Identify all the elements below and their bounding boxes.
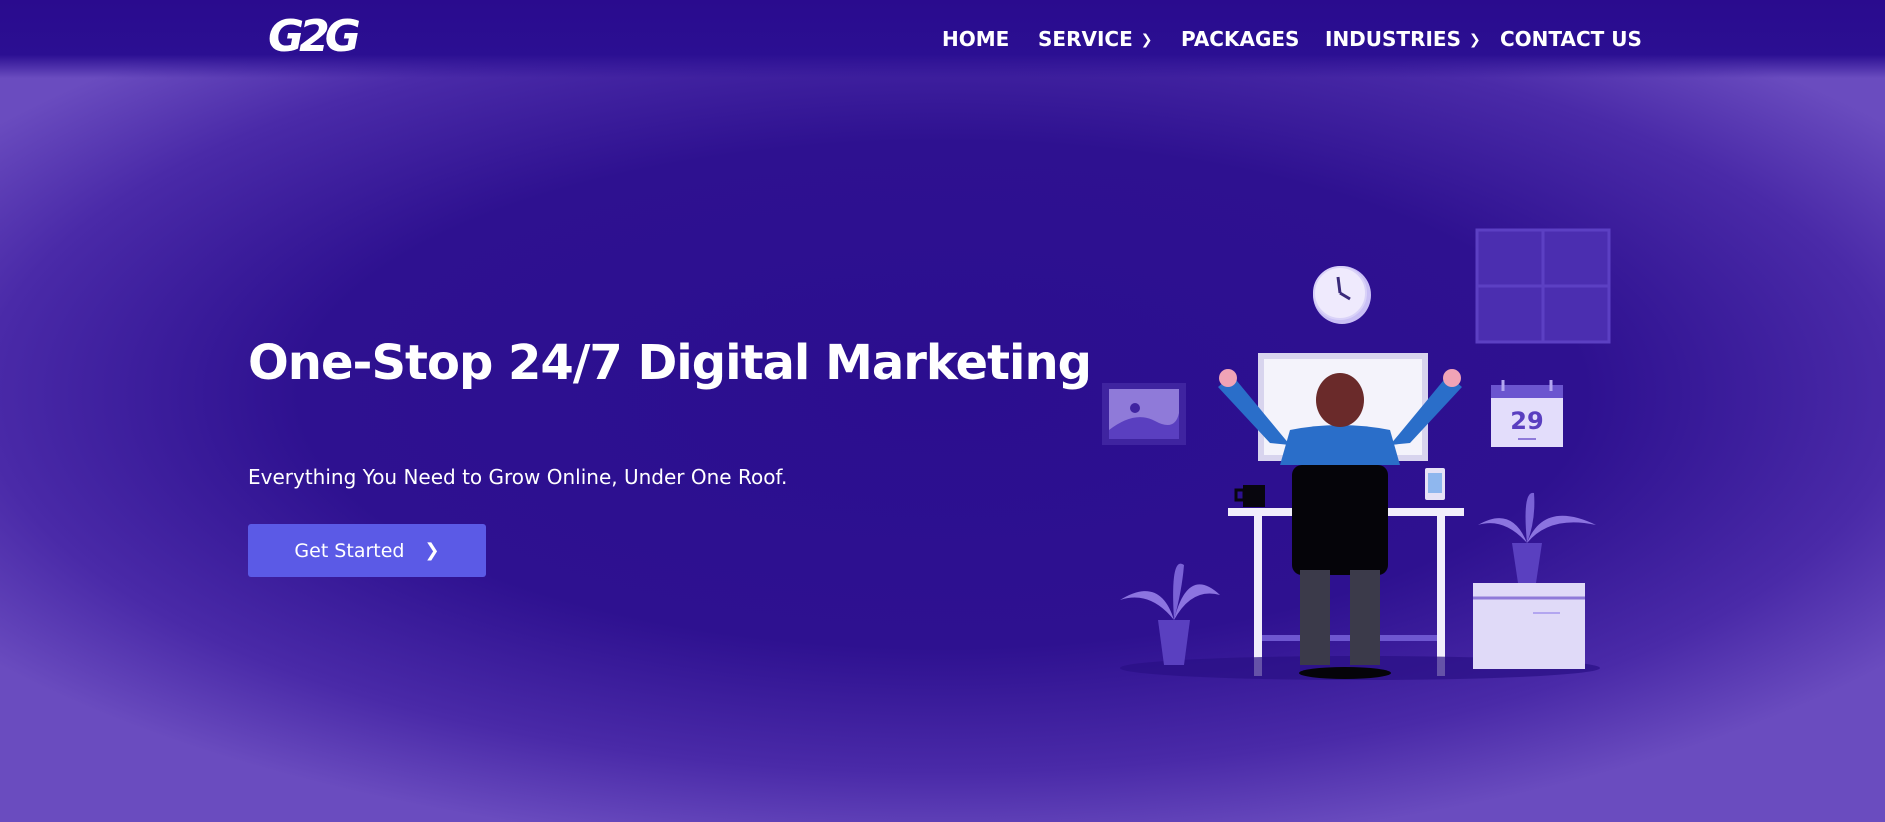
- hero-title: One-Stop 24/7 Digital Marketing: [248, 335, 1092, 391]
- nav-contact-label: CONTACT US: [1500, 27, 1642, 51]
- chevron-down-icon: ❯: [1140, 32, 1153, 48]
- logo-text: G2G: [268, 11, 361, 62]
- hero-subtitle: Everything You Need to Grow Online, Unde…: [248, 465, 788, 489]
- nav-industries[interactable]: INDUSTRIES ❯: [1325, 24, 1481, 55]
- nav-industries-label: INDUSTRIES: [1325, 27, 1461, 51]
- chevron-right-icon: ❯: [424, 540, 440, 561]
- site-header: G2G HOME SERVICE ❯ PACKAGES INDUSTRIES ❯ C…: [0, 0, 1885, 78]
- plant-icon: [1473, 492, 1596, 669]
- nav-home-label: HOME: [942, 27, 1010, 51]
- picture-frame-icon: [1102, 383, 1186, 445]
- clock-icon: [1313, 266, 1371, 324]
- calendar-day: 29: [1510, 407, 1543, 435]
- chevron-down-icon: ❯: [1468, 32, 1481, 48]
- nav-packages[interactable]: PACKAGES: [1181, 24, 1299, 54]
- get-started-label: Get Started: [294, 539, 405, 562]
- nav-contact-us[interactable]: CONTACT US: [1500, 24, 1642, 54]
- brand-logo[interactable]: G2G: [262, 8, 372, 64]
- nav-home[interactable]: HOME: [942, 24, 1009, 54]
- person-at-desk-illustration: 29: [1102, 228, 1611, 680]
- nav-packages-label: PACKAGES: [1181, 27, 1300, 51]
- nav-service[interactable]: SERVICE ❯: [1038, 24, 1152, 55]
- nav-service-label: SERVICE: [1038, 27, 1133, 51]
- window-icon: [1475, 228, 1611, 344]
- get-started-button[interactable]: Get Started ❯: [248, 524, 486, 577]
- calendar-icon: 29: [1491, 380, 1563, 447]
- plant-icon: [1120, 563, 1220, 665]
